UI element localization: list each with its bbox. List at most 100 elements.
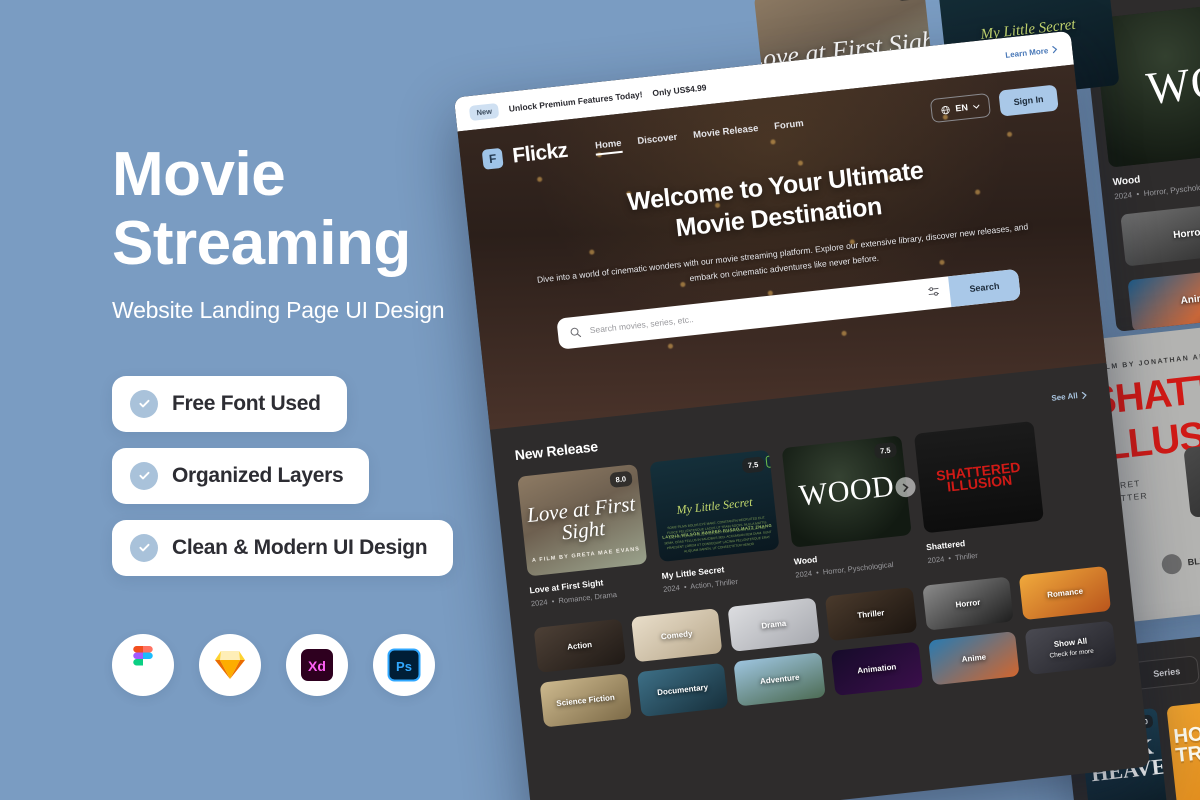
- genre-tile-action[interactable]: Action: [533, 618, 626, 673]
- nav-item-home[interactable]: Home: [595, 137, 623, 155]
- title-line-1: Movie: [112, 140, 286, 209]
- feature-badge-row: Organized Layers: [112, 447, 500, 520]
- poster-title-script: WOOD: [797, 469, 896, 513]
- poster-word: HOLIDAY TRAVEL: [1172, 716, 1200, 768]
- movie-poster: 7.5 WOOD: [781, 435, 912, 548]
- sliders-icon[interactable]: [927, 284, 941, 303]
- page-title: Movie Streaming: [112, 140, 512, 279]
- figma-icon: [112, 633, 174, 696]
- nav-item-discover[interactable]: Discover: [637, 131, 679, 150]
- chevron-right-icon: [1052, 46, 1058, 54]
- studio-credit: BLUE SAMURAI: [1160, 545, 1200, 576]
- promo-panel: Movie Streaming Website Landing Page UI …: [0, 0, 500, 800]
- svg-text:Ps: Ps: [396, 659, 412, 674]
- movie-year: 2024: [927, 554, 945, 566]
- poster-title-script: My Little Secret: [675, 494, 754, 517]
- feature-badge-list: Free Font Used Organized Layers Clean & …: [112, 375, 500, 592]
- adobe-xd-icon: Xd: [286, 633, 348, 696]
- check-circle-icon: [130, 461, 158, 490]
- movie-card[interactable]: 7.5 WOOD Wood 2024 • Horror, Pyschologic…: [781, 435, 917, 580]
- year: 2024: [1113, 190, 1133, 202]
- banner-message: Unlock Premium Features Today!: [508, 89, 644, 114]
- feature-badge-free-font: Free Font Used: [112, 375, 347, 432]
- movie-card[interactable]: SHATTERED ILLUSION Shattered 2024 • Thri…: [913, 420, 1048, 566]
- nav-item-movie-release[interactable]: Movie Release: [693, 122, 760, 144]
- chevron-right-icon: [1081, 391, 1087, 399]
- poster-film-credit: A FILM BY GRETA MAE EVANS: [531, 546, 641, 564]
- banner-price: Only US$4.99: [651, 82, 707, 99]
- genre-tile-science-fiction[interactable]: Science Fiction: [539, 673, 632, 728]
- rating-badge: 8.0: [895, 0, 920, 2]
- genre-tile-label: Adventure: [759, 672, 800, 686]
- genre-tile-sublabel: Check for more: [1049, 647, 1095, 660]
- see-all-label: See All: [1050, 391, 1079, 403]
- chevron-right-icon: [902, 483, 909, 492]
- feature-badge-clean-modern-ui: Clean & Modern UI Design: [112, 519, 454, 576]
- tool-icon-list: Xd Ps: [112, 633, 500, 696]
- movie-poster: SHATTERED ILLUSION: [913, 420, 1044, 534]
- feature-badge-label: Clean & Modern UI Design: [172, 535, 428, 559]
- genre-tile-label: Anime: [961, 652, 987, 665]
- genre-tile-comedy[interactable]: Comedy: [630, 608, 723, 663]
- genre-tile-show-all[interactable]: Show All Check for more: [1025, 620, 1118, 675]
- globe-icon: [941, 105, 951, 114]
- genre-tile-label: Horror: [955, 597, 981, 610]
- language-value: EN: [954, 102, 969, 114]
- genre-tile-anime[interactable]: Anime: [927, 631, 1020, 686]
- movie-year: 2024: [530, 597, 549, 609]
- genre-tile-label: Action: [566, 639, 593, 652]
- genre-tile-label: Show All: [1053, 636, 1088, 650]
- search-icon: [570, 327, 582, 337]
- feature-badge-row: Clean & Modern UI Design: [112, 519, 500, 592]
- movie-year: 2024: [794, 568, 813, 580]
- movie-poster: 7.5 4K My Little Secret LAYDIA WILSON HA…: [649, 449, 780, 563]
- see-all-link[interactable]: See All: [1051, 390, 1088, 403]
- card-holiday-travel: HOLIDAY TRAVEL: [1166, 698, 1200, 800]
- check-circle-icon: [130, 389, 158, 418]
- check-circle-icon: [130, 533, 158, 562]
- feature-badge-row: Free Font Used: [112, 375, 500, 448]
- studio-name: BLUE SAMURAI: [1187, 550, 1200, 568]
- learn-more-label: Learn More: [1004, 45, 1049, 60]
- genre-tile-romance[interactable]: Romance: [1019, 565, 1112, 621]
- genre-tile-label: Romance: [1046, 586, 1084, 600]
- section-title: New Release: [513, 438, 599, 464]
- poster-title-script: SHATTERED ILLUSION: [935, 458, 1022, 495]
- genre-tile-label: Drama: [760, 618, 787, 631]
- movie-year: 2024: [662, 583, 681, 594]
- rating-badge: 7.5: [873, 441, 898, 460]
- page-subtitle: Website Landing Page UI Design: [112, 296, 445, 323]
- poster-credits-block: SOME FILMS BOLDS EYE MAKE. CONSTANTIN RE…: [664, 515, 772, 554]
- genre-tile-drama[interactable]: Drama: [727, 597, 820, 652]
- title-line-2: Streaming: [112, 209, 411, 279]
- genre-tile-label: Animation: [856, 662, 897, 676]
- nav-item-forum[interactable]: Forum: [774, 118, 805, 136]
- genre-tile-thriller[interactable]: Thriller: [824, 587, 917, 642]
- genre-tile-horror[interactable]: Horror: [921, 576, 1015, 631]
- studio-logo-icon: [1160, 553, 1183, 576]
- genre-tile-horror: Horror: [1120, 200, 1200, 267]
- photoshop-icon: Ps: [373, 633, 435, 696]
- quality-badge: 4K: [765, 454, 780, 468]
- tab-series[interactable]: Series: [1138, 660, 1195, 686]
- genre-tile-documentary[interactable]: Documentary: [636, 662, 729, 718]
- movie-card[interactable]: 7.5 4K My Little Secret LAYDIA WILSON HA…: [649, 449, 783, 594]
- main-mockup-landing-page: New Unlock Premium Features Today! Only …: [453, 30, 1151, 800]
- rating-badge: 8.0: [608, 470, 633, 489]
- genre-tile-label: Documentary: [656, 682, 709, 698]
- genre-tile-adventure[interactable]: Adventure: [733, 652, 826, 707]
- genre-tile-anime: Anime: [1127, 266, 1200, 332]
- feature-badge-organized-layers: Organized Layers: [112, 447, 370, 504]
- feature-badge-label: Organized Layers: [172, 463, 344, 487]
- poster-title-script: Love at First Sight: [525, 491, 637, 545]
- genre-tile-label: Thriller: [856, 608, 885, 621]
- svg-text:Xd: Xd: [308, 658, 326, 674]
- rating-badge: 7.5: [741, 456, 766, 474]
- learn-more-link[interactable]: Learn More: [1004, 45, 1059, 60]
- genre-tile-animation[interactable]: Animation: [830, 641, 923, 696]
- genre-tile-label: Comedy: [660, 629, 693, 642]
- movie-card[interactable]: 8.0 Love at First Sight A FILM BY GRETA …: [517, 464, 651, 608]
- genre-tile-label: Science Fiction: [555, 692, 616, 709]
- sketch-icon: [199, 633, 261, 696]
- feature-badge-label: Free Font Used: [172, 391, 321, 415]
